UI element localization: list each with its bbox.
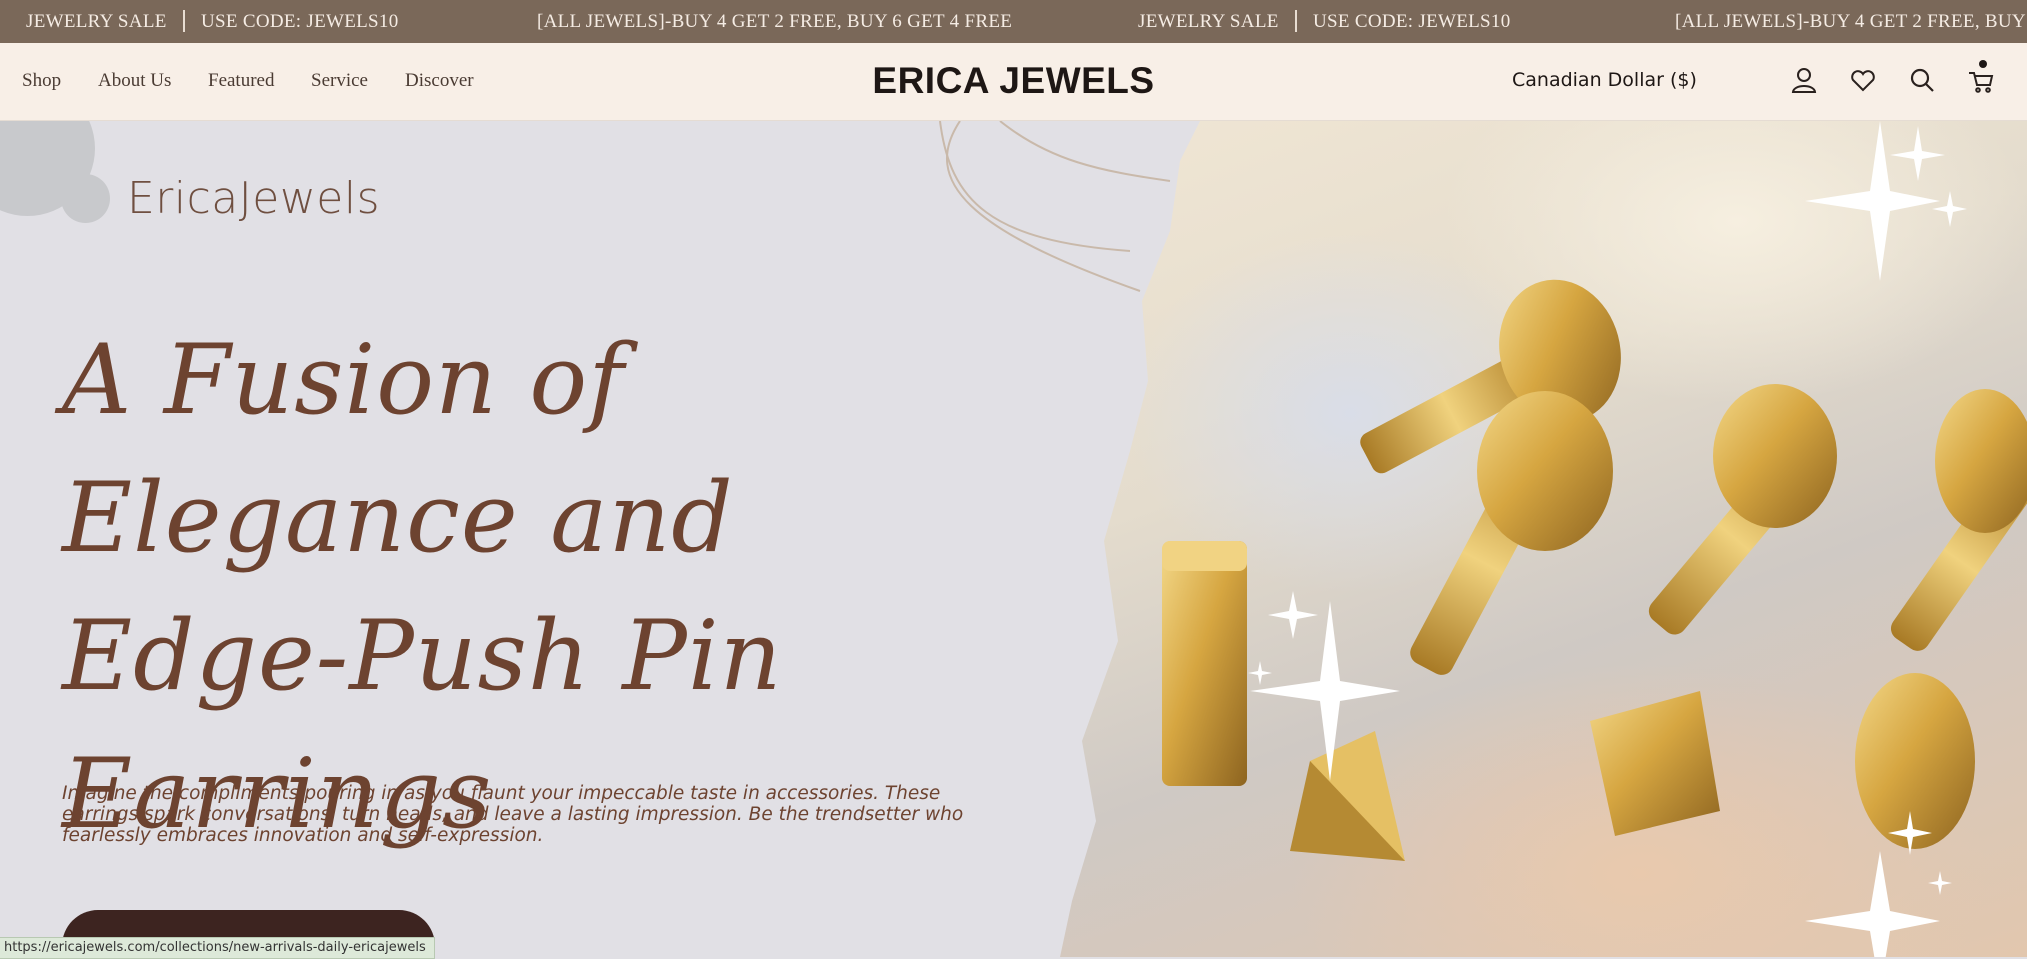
- hero-banner[interactable]: EricaJewels A Fusion of Elegance and Edg…: [0, 121, 2027, 957]
- cart-icon[interactable]: [1966, 65, 1996, 95]
- hero-brand-name: EricaJewels: [127, 173, 381, 224]
- announcement-item: [ALL JEWELS]-BUY 4 GET 2 FREE, BUY 6 GET…: [537, 11, 1013, 32]
- earrings-illustration: [1162, 121, 2027, 957]
- announcement-bar: JEWELRY SALE USE CODE: JEWELS10 [ALL JEW…: [0, 0, 2027, 43]
- browser-status-url: https://ericajewels.com/collections/new-…: [0, 937, 435, 959]
- announcement-item: USE CODE: JEWELS10: [1313, 11, 1511, 32]
- decorative-swirl-lines: [939, 121, 1171, 292]
- announcement-item: [ALL JEWELS]-BUY 4 GET 2 FREE, BUY 6 GET…: [1675, 11, 2027, 32]
- account-icon[interactable]: [1789, 65, 1819, 95]
- site-logo[interactable]: ERICA JEWELS: [0, 60, 2027, 102]
- currency-selector[interactable]: Canadian Dollar ($): [1512, 69, 1697, 91]
- hero-headline: A Fusion of Elegance and Edge-Push Pin E…: [62, 324, 783, 850]
- announcement-separator: [183, 10, 185, 32]
- announcement-item: USE CODE: JEWELS10: [201, 11, 399, 32]
- hero-earrings-photo: [1060, 121, 2027, 957]
- search-icon[interactable]: [1907, 65, 1937, 95]
- announcement-item: JEWELRY SALE: [1138, 11, 1279, 32]
- wishlist-heart-icon[interactable]: [1848, 65, 1878, 95]
- brand-logo-dot: [61, 174, 110, 223]
- site-header: Shop About Us Featured Service Discover …: [0, 43, 2027, 121]
- announcement-separator: [1295, 10, 1297, 32]
- hero-description: Imagine the compliments pouring in as yo…: [62, 783, 964, 846]
- announcement-item: JEWELRY SALE: [26, 11, 167, 32]
- cart-count-dot: [1979, 60, 1987, 68]
